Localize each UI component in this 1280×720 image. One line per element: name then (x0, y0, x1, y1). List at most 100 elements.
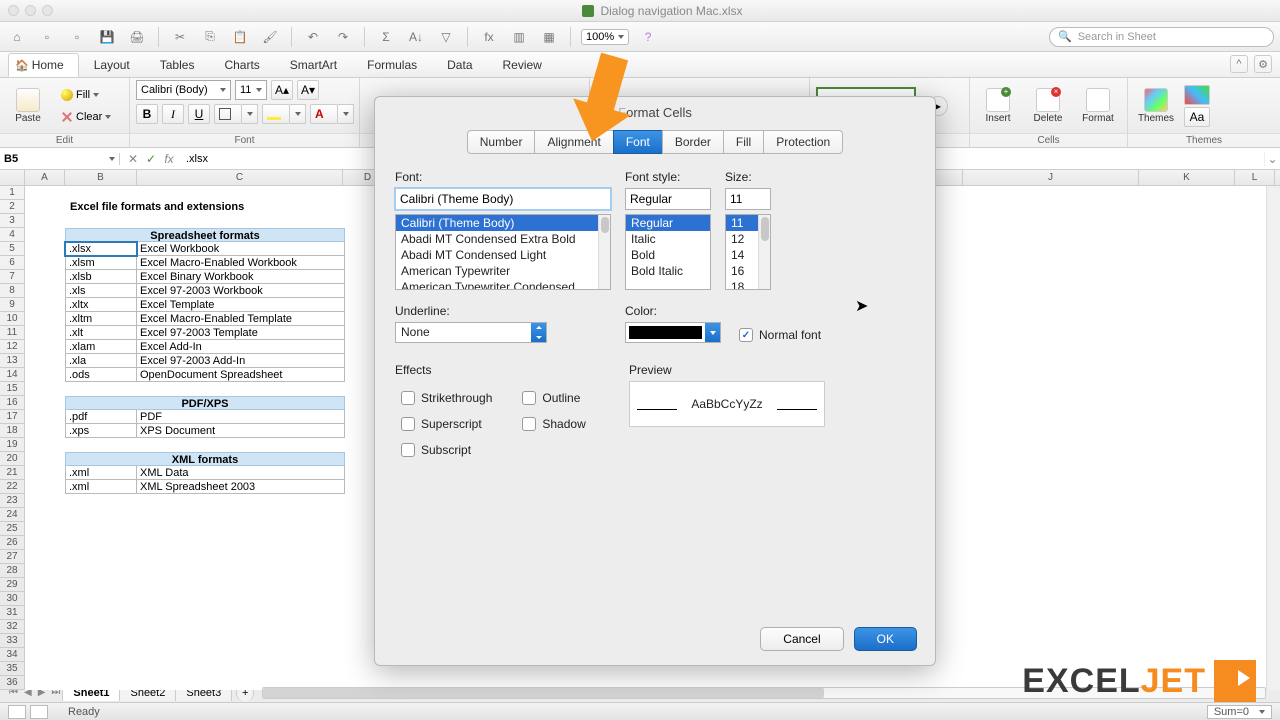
border-menu-icon[interactable] (242, 104, 258, 124)
format-painter-icon[interactable]: 🖌 (259, 26, 281, 48)
themes-button[interactable]: Themes (1134, 82, 1178, 130)
home-icon[interactable]: ⌂ (6, 26, 28, 48)
clear-button[interactable]: Clear (56, 107, 116, 127)
subscript-checkbox[interactable]: Subscript (401, 443, 492, 457)
superscript-checkbox[interactable]: Superscript (401, 417, 492, 431)
list-item[interactable]: American Typewriter (396, 263, 610, 279)
redo-icon[interactable]: ↷ (332, 26, 354, 48)
tab-data[interactable]: Data (432, 53, 487, 77)
undo-icon[interactable]: ↶ (302, 26, 324, 48)
italic-button[interactable]: I (162, 104, 184, 124)
table-cell[interactable]: XPS Document (137, 424, 345, 438)
table-cell[interactable]: Excel Macro-Enabled Template (137, 312, 345, 326)
insert-button[interactable]: +Insert (976, 82, 1020, 130)
filter-icon[interactable]: ▽ (435, 26, 457, 48)
underline-select[interactable]: None (395, 322, 547, 343)
table-cell[interactable]: Excel 97-2003 Add-In (137, 354, 345, 368)
grow-font-icon[interactable]: A▴ (271, 80, 293, 100)
expand-formula-icon[interactable]: ⌄ (1264, 152, 1280, 166)
window-controls[interactable] (8, 5, 53, 16)
table-cell[interactable]: Excel Template (137, 298, 345, 312)
settings-icon[interactable]: ⚙ (1254, 55, 1272, 73)
fill-color-button[interactable] (262, 104, 290, 124)
show-icon[interactable]: ▦ (538, 26, 560, 48)
table-cell[interactable]: .xps (65, 424, 137, 438)
open-icon[interactable]: ▫ (66, 26, 88, 48)
tab-layout[interactable]: Layout (79, 53, 145, 77)
font-color-button[interactable]: A (310, 104, 338, 124)
tab-number[interactable]: Number (467, 130, 536, 154)
border-button[interactable] (214, 104, 242, 124)
font-size-select[interactable]: 11 (235, 80, 267, 100)
table-cell[interactable]: Excel 97-2003 Template (137, 326, 345, 340)
font-color-menu-icon[interactable] (338, 104, 354, 124)
autosum-icon[interactable]: Σ (375, 26, 397, 48)
name-box[interactable]: B5 (0, 153, 120, 165)
list-item[interactable]: Regular (626, 215, 710, 231)
table-cell[interactable]: Excel Binary Workbook (137, 270, 345, 284)
font-style-list[interactable]: RegularItalicBoldBold Italic (625, 214, 711, 290)
status-sum[interactable]: Sum=0 (1207, 705, 1272, 719)
table-cell[interactable]: XML Spreadsheet 2003 (137, 480, 345, 494)
outline-checkbox[interactable]: Outline (522, 391, 585, 405)
cancel-button[interactable]: Cancel (760, 627, 843, 651)
font-style-input[interactable] (625, 188, 711, 210)
table-cell[interactable]: .xlsx (65, 242, 137, 256)
tab-font[interactable]: Font (613, 130, 663, 154)
sort-icon[interactable]: A↓ (405, 26, 427, 48)
table-cell[interactable]: .xlsb (65, 270, 137, 284)
tab-formulas[interactable]: Formulas (352, 53, 432, 77)
fill-button[interactable]: Fill (56, 85, 116, 105)
table-cell[interactable]: .xla (65, 354, 137, 368)
tab-border[interactable]: Border (662, 130, 724, 154)
bold-button[interactable]: B (136, 104, 158, 124)
search-input[interactable]: 🔍 Search in Sheet (1049, 27, 1274, 47)
tab-charts[interactable]: Charts (209, 53, 274, 77)
table-cell[interactable]: Excel Workbook (137, 242, 345, 256)
paste-button[interactable]: Paste (6, 82, 50, 130)
fill-color-menu-icon[interactable] (290, 104, 306, 124)
fx-button[interactable]: fx (162, 152, 176, 166)
shrink-font-icon[interactable]: A▾ (297, 80, 319, 100)
table-cell[interactable]: .xml (65, 466, 137, 480)
save-icon[interactable]: 💾 (96, 26, 118, 48)
font-name-input[interactable] (395, 188, 611, 210)
ok-button[interactable]: OK (854, 627, 917, 651)
select-all-corner[interactable] (0, 170, 25, 185)
table-cell[interactable]: .xltm (65, 312, 137, 326)
table-cell[interactable]: Excel Add-In (137, 340, 345, 354)
help-icon[interactable]: ? (637, 26, 659, 48)
table-cell[interactable]: .xls (65, 284, 137, 298)
collapse-ribbon-icon[interactable]: ^ (1230, 55, 1248, 73)
list-item[interactable]: Abadi MT Condensed Extra Bold (396, 231, 610, 247)
table-cell[interactable]: .pdf (65, 410, 137, 424)
list-item[interactable]: Bold Italic (626, 263, 710, 279)
table-cell[interactable]: .xltx (65, 298, 137, 312)
table-cell[interactable]: .xlsm (65, 256, 137, 270)
list-item[interactable]: Italic (626, 231, 710, 247)
normal-font-checkbox[interactable]: Normal font (739, 328, 821, 342)
list-item[interactable]: Abadi MT Condensed Light (396, 247, 610, 263)
font-color-select[interactable] (625, 322, 721, 343)
copy-icon[interactable]: ⎘ (199, 26, 221, 48)
print-icon[interactable]: 🖨 (126, 26, 148, 48)
table-cell[interactable]: .xlt (65, 326, 137, 340)
tab-fill[interactable]: Fill (723, 130, 764, 154)
font-size-list[interactable]: 1112141618 (725, 214, 771, 290)
tab-tables[interactable]: Tables (145, 53, 210, 77)
table-cell[interactable]: Excel Macro-Enabled Workbook (137, 256, 345, 270)
new-icon[interactable]: ▫ (36, 26, 58, 48)
list-item[interactable]: Calibri (Theme Body) (396, 215, 610, 231)
tab-home[interactable]: 🏠Home (8, 53, 79, 77)
paste-icon[interactable]: 📋 (229, 26, 251, 48)
table-cell[interactable]: .xml (65, 480, 137, 494)
view-switcher[interactable] (8, 705, 48, 719)
cut-icon[interactable]: ✂ (169, 26, 191, 48)
table-cell[interactable]: PDF (137, 410, 345, 424)
list-item[interactable]: American Typewriter Condensed (396, 279, 610, 290)
vertical-scrollbar[interactable] (1266, 186, 1280, 690)
row-headers[interactable]: 1234567891011121314151617181920212223242… (0, 186, 25, 690)
accept-formula-icon[interactable]: ✓ (144, 152, 158, 166)
font-list[interactable]: Calibri (Theme Body)Abadi MT Condensed E… (395, 214, 611, 290)
tab-review[interactable]: Review (488, 53, 557, 77)
